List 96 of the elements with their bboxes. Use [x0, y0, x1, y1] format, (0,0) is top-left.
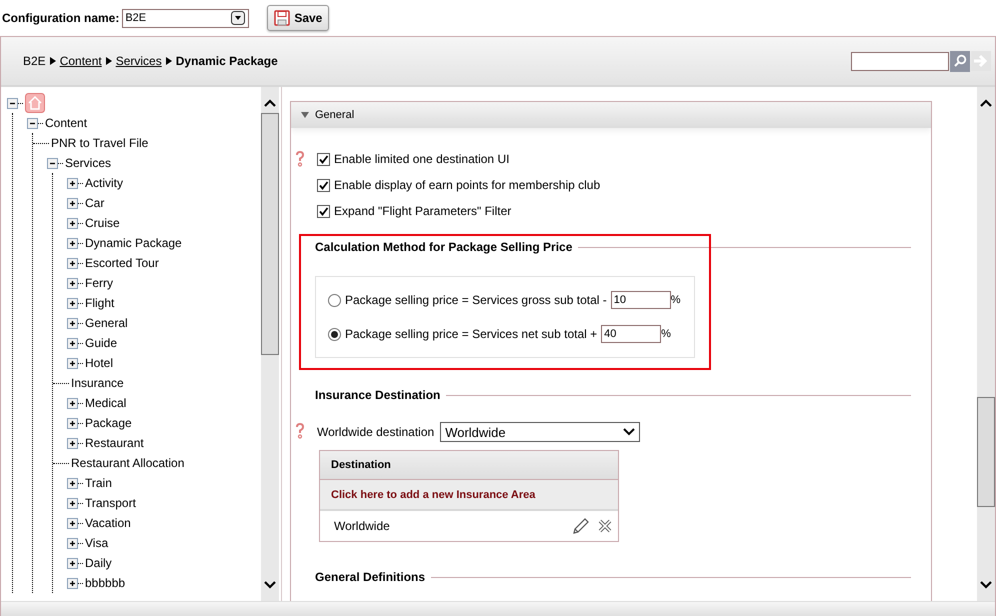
expand-icon[interactable] — [67, 418, 78, 428]
help-icon[interactable] — [295, 151, 305, 167]
delete-icon[interactable] — [598, 519, 612, 533]
breadcrumb-link[interactable]: Services — [116, 54, 162, 68]
checkbox-label: Enable limited one destination UI — [334, 152, 510, 166]
radio-button[interactable] — [328, 328, 341, 340]
scroll-down-icon[interactable] — [264, 581, 276, 589]
tree-item[interactable]: PNR to Travel File — [51, 136, 148, 150]
collapse-icon[interactable] — [7, 98, 18, 108]
tree-scrollbar[interactable] — [261, 87, 279, 601]
expand-icon[interactable] — [67, 558, 78, 568]
expand-icon[interactable] — [67, 398, 78, 408]
configuration-label: Configuration name: — [2, 11, 120, 25]
expand-icon[interactable] — [67, 238, 78, 248]
tree-item[interactable]: Visa — [85, 536, 108, 550]
search-field[interactable] — [851, 52, 949, 70]
content-scrollbar[interactable] — [977, 87, 995, 601]
expand-icon[interactable] — [67, 578, 78, 588]
breadcrumb-arrow-icon — [166, 57, 172, 65]
tree-item[interactable]: Daily — [85, 556, 112, 570]
expand-icon[interactable] — [67, 338, 78, 348]
tree-item[interactable]: Transport — [85, 496, 136, 510]
breadcrumb-current: Dynamic Package — [176, 54, 278, 68]
tree-item[interactable]: Restaurant — [85, 436, 144, 450]
section-heading: Insurance Destination — [315, 388, 440, 402]
scroll-up-icon[interactable] — [264, 99, 276, 107]
radio-label: Package selling price = Services net sub total + — [345, 327, 598, 341]
breadcrumb-item[interactable]: B2E — [23, 54, 46, 68]
tree-item[interactable]: Restaurant Allocation — [71, 456, 184, 470]
tree-item[interactable]: Package — [85, 416, 132, 430]
percent-field[interactable]: 10 — [610, 291, 671, 309]
section-heading: General Definitions — [315, 570, 426, 584]
tree-item[interactable]: Vacation — [85, 516, 131, 530]
expand-icon[interactable] — [67, 498, 78, 508]
configuration-dropdown[interactable]: B2E — [122, 8, 250, 28]
field-label: Worldwide destination — [317, 425, 434, 439]
expand-icon[interactable] — [67, 438, 78, 448]
tree-item[interactable]: bbbbbb — [85, 576, 126, 590]
table-header: Destination — [320, 451, 618, 480]
tree-item[interactable]: Escorted Tour — [85, 256, 159, 270]
help-icon[interactable] — [295, 422, 305, 438]
expand-icon[interactable] — [67, 358, 78, 368]
tree-item[interactable]: Hotel — [85, 356, 114, 370]
section-header[interactable]: General — [291, 102, 931, 128]
tree-item[interactable]: Flight — [85, 296, 114, 310]
tree-item[interactable]: Car — [85, 196, 104, 210]
tree-item[interactable]: Insurance — [71, 376, 124, 390]
chevron-down-icon — [623, 428, 636, 436]
tree-item[interactable]: Ferry — [85, 276, 113, 290]
breadcrumb-link[interactable]: Content — [60, 54, 102, 68]
tree-item[interactable]: Activity — [85, 176, 124, 190]
expand-icon[interactable] — [67, 178, 78, 188]
expand-icon[interactable] — [67, 518, 78, 528]
expand-icon[interactable] — [67, 298, 78, 308]
search-icon — [953, 54, 967, 68]
expand-icon[interactable] — [67, 198, 78, 208]
checkbox[interactable] — [317, 204, 330, 218]
checkbox[interactable] — [317, 152, 330, 166]
tree-item[interactable]: Dynamic Package — [85, 236, 182, 250]
expand-icon[interactable] — [67, 218, 78, 228]
table-cell-text: Worldwide — [334, 519, 391, 533]
unit-label: % — [670, 294, 681, 306]
checkbox[interactable] — [317, 178, 330, 192]
caret-down-icon — [301, 111, 309, 119]
checkbox-label: Enable display of earn points for membership club — [334, 178, 600, 192]
tree-item[interactable]: Train — [85, 476, 112, 490]
checkbox-label: Expand "Flight Parameters" Filter — [334, 204, 512, 218]
radio-button[interactable] — [328, 294, 341, 306]
collapse-icon[interactable] — [47, 158, 58, 168]
tree-item[interactable]: Guide — [85, 336, 118, 350]
percent-field[interactable]: 40 — [601, 325, 662, 343]
tree-item[interactable]: Medical — [85, 396, 126, 410]
scrollbar-thumb[interactable] — [261, 113, 279, 355]
section-heading: Calculation Method for Package Selling Price — [315, 240, 572, 254]
scrollbar-thumb[interactable] — [977, 397, 995, 507]
expand-icon[interactable] — [67, 538, 78, 548]
pencil-icon[interactable] — [572, 517, 590, 535]
unit-label: % — [661, 328, 671, 340]
destination-dropdown[interactable]: Worldwide — [440, 422, 640, 442]
tree-item[interactable]: Services — [65, 156, 112, 170]
tree-item[interactable]: General — [85, 316, 128, 330]
tree-item[interactable]: Content — [45, 116, 88, 130]
search-button[interactable] — [950, 50, 970, 72]
tree-item[interactable]: Cruise — [85, 216, 120, 230]
home-icon[interactable] — [25, 93, 45, 113]
scroll-up-icon[interactable] — [980, 99, 992, 107]
expand-icon[interactable] — [67, 278, 78, 288]
expand-icon[interactable] — [67, 478, 78, 488]
breadcrumb-arrow-icon — [50, 57, 56, 65]
radio-label: Package selling price = Services gross sub total - — [345, 293, 607, 307]
breadcrumb-arrow-icon — [106, 57, 112, 65]
scroll-down-icon[interactable] — [980, 581, 992, 589]
expand-icon[interactable] — [67, 258, 78, 268]
expand-icon[interactable] — [67, 318, 78, 328]
save-button[interactable]: Save — [267, 5, 330, 31]
collapse-icon[interactable] — [27, 118, 38, 128]
